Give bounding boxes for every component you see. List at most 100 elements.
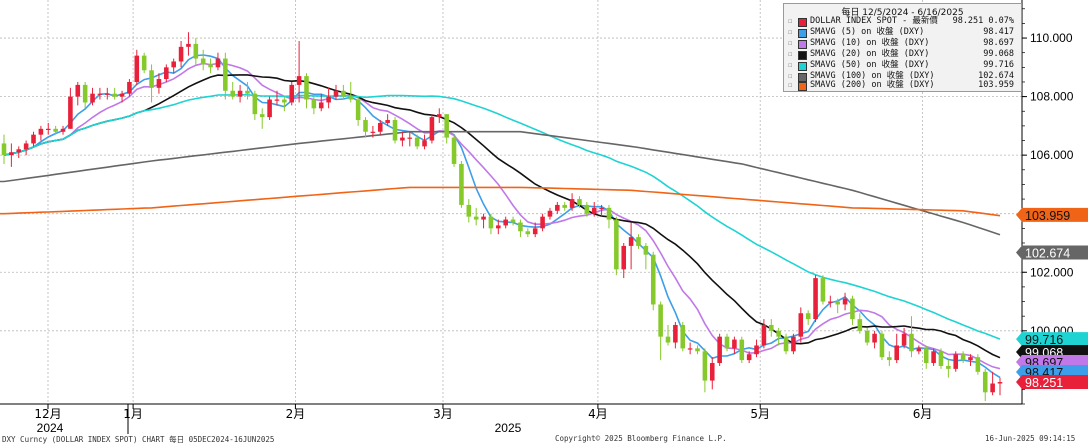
candle-body (171, 61, 176, 68)
price-tag-label: 98.251 (1025, 376, 1063, 390)
candle-body (473, 216, 479, 220)
checkbox-icon[interactable]: ☐ (788, 80, 792, 91)
candle-body (658, 304, 663, 337)
candle-body (230, 90, 235, 97)
checkbox-icon[interactable]: ☐ (788, 38, 792, 49)
candle-body (879, 333, 885, 358)
candle-body (16, 149, 22, 153)
candle-body (636, 237, 641, 246)
y-tick-label: 106.000 (1030, 148, 1074, 162)
candle-body (532, 228, 538, 235)
candle-body (392, 120, 398, 141)
x-tick-label: 3月 (433, 407, 453, 421)
candle-body (363, 120, 368, 132)
candle-body (333, 90, 339, 97)
candle-body (466, 204, 472, 217)
candle-body (975, 357, 981, 372)
candle-body (901, 333, 907, 346)
candle-body (555, 204, 560, 211)
candle-body (267, 99, 272, 118)
candle-body (953, 354, 959, 369)
candle-body (400, 137, 405, 141)
legend-row-sma10[interactable]: ☐ SMAVG (10) on 收盤 (DXY) 98.697 (786, 38, 1018, 49)
candle-body (643, 245, 649, 255)
candle-body (916, 348, 922, 352)
candle-body (997, 382, 1003, 384)
candle-body (355, 99, 361, 121)
legend-panel: 每日 12/5/2024 - 6/16/2025 ☐ DOLLAR INDEX … (783, 3, 1022, 92)
candle-body (828, 301, 833, 303)
candle-body (208, 64, 213, 68)
candle-body (164, 67, 169, 80)
candle-body (820, 278, 826, 302)
candle-body (857, 319, 863, 331)
candle-body (990, 383, 995, 393)
candle-body (215, 58, 221, 68)
candle-body (518, 222, 523, 232)
candle-body (982, 371, 988, 393)
candle-body (864, 330, 870, 343)
candle-body (577, 199, 582, 205)
candle-body (946, 365, 951, 369)
candle-body (968, 357, 973, 361)
candle-body (813, 278, 818, 320)
legend-row-sma200[interactable]: ☐ SMAVG (200) on 收盤 (DXY) 103.959 (786, 80, 1018, 91)
candle-body (186, 43, 191, 47)
candle-body (282, 99, 287, 103)
candle-body (444, 114, 449, 138)
legend-value: 99.068 (983, 49, 1014, 59)
candle-body (38, 128, 44, 135)
footer-copyright: Copyright© 2025 Bloomberg Finance L.P. (555, 434, 727, 443)
candle-body (326, 96, 331, 103)
candle-body (311, 99, 317, 109)
candle-body (377, 122, 383, 132)
candle-body (459, 163, 464, 205)
time-axis: 12月2024 1月 2月 3月 2025 4月 5月 6月 (34, 404, 932, 434)
checkbox-icon[interactable]: ☐ (788, 49, 792, 60)
candle-body (680, 324, 686, 349)
x-year-label: 2025 (495, 421, 522, 434)
checkbox-icon[interactable]: ☐ (788, 16, 792, 27)
checkbox-icon[interactable]: ☐ (788, 60, 792, 71)
candle-body (496, 225, 501, 229)
x-tick-label: 4月 (588, 407, 608, 421)
candle-body (341, 90, 346, 97)
candle-body (673, 324, 678, 343)
y-tick-label: 102.000 (1030, 265, 1074, 279)
candle-body (156, 79, 162, 88)
candle-body (105, 93, 110, 95)
checkbox-icon[interactable]: ☐ (788, 27, 792, 38)
candle-body (422, 140, 427, 147)
candle-body (178, 46, 184, 62)
candle-body (702, 351, 708, 381)
legend-row-sma20[interactable]: ☐ SMAVG (20) on 收盤 (DXY) 99.068 (786, 49, 1018, 60)
candle-body (348, 96, 354, 100)
candle-body (791, 336, 796, 352)
y-tick-label: 110.000 (1030, 31, 1073, 45)
legend-label: SMAVG (5) on 收盤 (DXY) (810, 27, 925, 37)
x-tick-label: 1月 (123, 407, 143, 421)
legend-value: 99.716 (983, 60, 1014, 70)
candle-body (805, 313, 811, 320)
candle-body (97, 93, 103, 95)
legend-row-sma5[interactable]: ☐ SMAVG (5) on 收盤 (DXY) 98.417 (786, 27, 1018, 38)
candle-body (53, 128, 58, 132)
footer-chart-info: DXY Curncy (DOLLAR INDEX SPOT) CHART 每日 … (2, 435, 275, 444)
candle-body (717, 336, 722, 364)
candle-body (547, 210, 553, 217)
legend-row-price[interactable]: ☐ DOLLAR INDEX SPOT - 最新價 98.251 0.07% (786, 16, 1018, 27)
candle-body (141, 55, 147, 71)
candle-body (835, 301, 840, 305)
candle-body (687, 348, 693, 350)
candle-body (665, 336, 671, 343)
legend-swatch (798, 40, 807, 49)
candle-body (621, 245, 627, 270)
candle-body (842, 298, 848, 305)
candle-body (510, 219, 516, 223)
x-tick-label: 6月 (913, 407, 933, 421)
candle-body (68, 96, 73, 129)
legend-swatch (798, 62, 807, 71)
candle-body (931, 351, 936, 364)
candle-body (769, 324, 774, 331)
legend-row-sma50[interactable]: ☐ SMAVG (50) on 收盤 (DXY) 99.716 (786, 60, 1018, 71)
